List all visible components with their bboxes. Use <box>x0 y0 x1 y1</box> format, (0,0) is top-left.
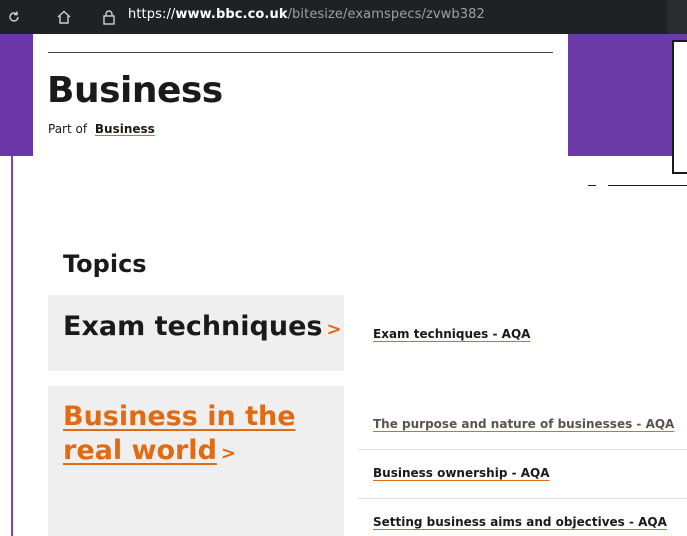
header-banner <box>568 34 687 156</box>
topics-heading: Topics <box>63 250 147 278</box>
subtopic-link-purpose-nature[interactable]: The purpose and nature of businesses - A… <box>373 417 674 431</box>
url-scheme: https:// <box>128 7 176 22</box>
banner-line <box>608 185 687 186</box>
address-bar[interactable]: https://www.bbc.co.uk/bitesize/examspecs… <box>128 7 485 22</box>
topic-link-exam-techniques[interactable]: Exam techniques > <box>63 310 342 347</box>
toolbar-edge <box>667 0 687 34</box>
chevron-right-icon: > <box>326 319 342 340</box>
page-title: Business <box>47 70 223 111</box>
topic-title: Exam techniques <box>63 311 323 342</box>
topic-card-business-real-world[interactable]: Business in the real world > <box>48 386 344 536</box>
part-of-label: Part of <box>48 122 88 136</box>
url-host: www.bbc.co.uk <box>175 7 288 22</box>
home-icon[interactable] <box>52 5 76 29</box>
url-path: /bitesize/examspecs/zvwb382 <box>287 7 485 22</box>
part-of: Part of Business <box>48 122 155 136</box>
subtopic-link-business-ownership[interactable]: Business ownership - AQA <box>373 466 550 480</box>
lock-icon[interactable] <box>97 5 121 29</box>
topic-link-business-real-world[interactable]: Business in the real world > <box>63 400 323 471</box>
topic-card-exam-techniques[interactable]: Exam techniques > <box>48 295 344 371</box>
banner-illustration <box>672 40 687 174</box>
left-banner <box>0 34 33 156</box>
left-frame-line <box>11 156 13 536</box>
subtopic-divider <box>358 449 687 450</box>
subtopic-link-setting-aims[interactable]: Setting business aims and objectives - A… <box>373 515 667 529</box>
chevron-right-icon: > <box>220 443 236 464</box>
banner-dash <box>588 185 596 186</box>
subtopic-link-exam-techniques-aqa[interactable]: Exam techniques - AQA <box>373 327 530 341</box>
reload-icon[interactable] <box>2 5 26 29</box>
header-rule <box>48 52 553 53</box>
part-of-link[interactable]: Business <box>95 122 155 136</box>
topic-title: Business in the real world <box>63 401 296 466</box>
subtopic-divider <box>358 498 687 499</box>
browser-toolbar: https://www.bbc.co.uk/bitesize/examspecs… <box>0 0 687 34</box>
